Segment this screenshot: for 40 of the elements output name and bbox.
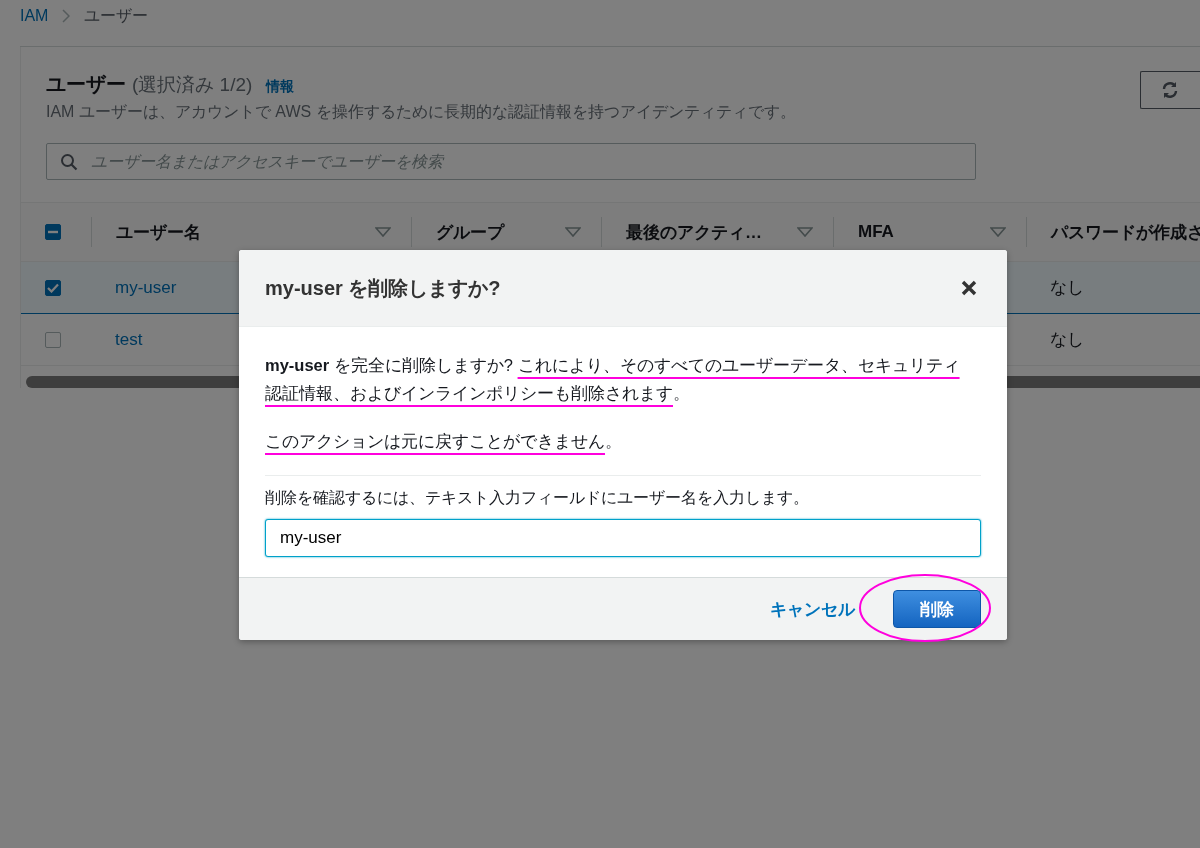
delete-button[interactable]: 削除 (893, 590, 981, 628)
panel-description: IAM ユーザーは、アカウントで AWS を操作するために長期的な認証情報を持つアイデンティティです。 (46, 102, 796, 122)
close-icon (961, 280, 977, 296)
sort-caret-icon[interactable] (375, 227, 391, 237)
refresh-button[interactable] (1140, 71, 1200, 109)
user-name-link[interactable]: test (115, 329, 143, 349)
confirm-input[interactable]: my-user (265, 519, 981, 557)
check-icon (47, 282, 59, 293)
select-all-checkbox[interactable] (45, 224, 61, 240)
table-cell: なし (1050, 330, 1084, 349)
refresh-icon (1161, 81, 1179, 99)
chevron-icon (62, 9, 71, 23)
horizontal-scrollbar[interactable] (26, 376, 240, 388)
info-link[interactable]: 情報 (266, 78, 295, 96)
column-header[interactable]: 最後のアクティ… (626, 220, 762, 244)
search-field[interactable]: ユーザー名またはアクセスキーでユーザーを検索 (46, 143, 976, 180)
column-header[interactable]: ユーザー名 (116, 220, 201, 244)
selection-count: (選択済み 1/2) (132, 73, 253, 97)
breadcrumb-current: ユーザー (84, 5, 149, 26)
horizontal-scrollbar[interactable] (1007, 376, 1200, 388)
column-header[interactable]: パスワードが作成さ (1051, 220, 1200, 244)
table-cell: なし (1050, 278, 1084, 297)
row-checkbox[interactable] (45, 279, 61, 296)
confirm-label: 削除を確認するには、テキスト入力フィールドにユーザー名を入力します。 (265, 488, 810, 508)
sort-caret-icon[interactable] (990, 227, 1006, 237)
minus-icon (48, 230, 58, 234)
column-header[interactable]: グループ (436, 220, 504, 244)
dialog-title: my-user を削除しますか? (265, 275, 501, 301)
dialog-paragraph: このアクションは元に戻すことができません。 (265, 431, 623, 452)
user-name-link[interactable]: my-user (115, 277, 177, 297)
column-header[interactable]: MFA (858, 222, 894, 242)
cancel-button[interactable]: キャンセル (770, 597, 855, 621)
search-icon (60, 153, 78, 171)
breadcrumb-link[interactable]: IAM (20, 7, 49, 25)
sort-caret-icon[interactable] (565, 227, 581, 237)
close-button[interactable] (961, 280, 977, 296)
sort-caret-icon[interactable] (797, 227, 813, 237)
row-checkbox[interactable] (45, 331, 61, 348)
dialog-paragraph: my-user を完全に削除しますか? これにより、そのすべてのユーザーデータ、セキュリティ認証情報、およびインラインポリシーも削除されます。 (265, 355, 961, 404)
panel-title: ユーザー (46, 72, 126, 97)
